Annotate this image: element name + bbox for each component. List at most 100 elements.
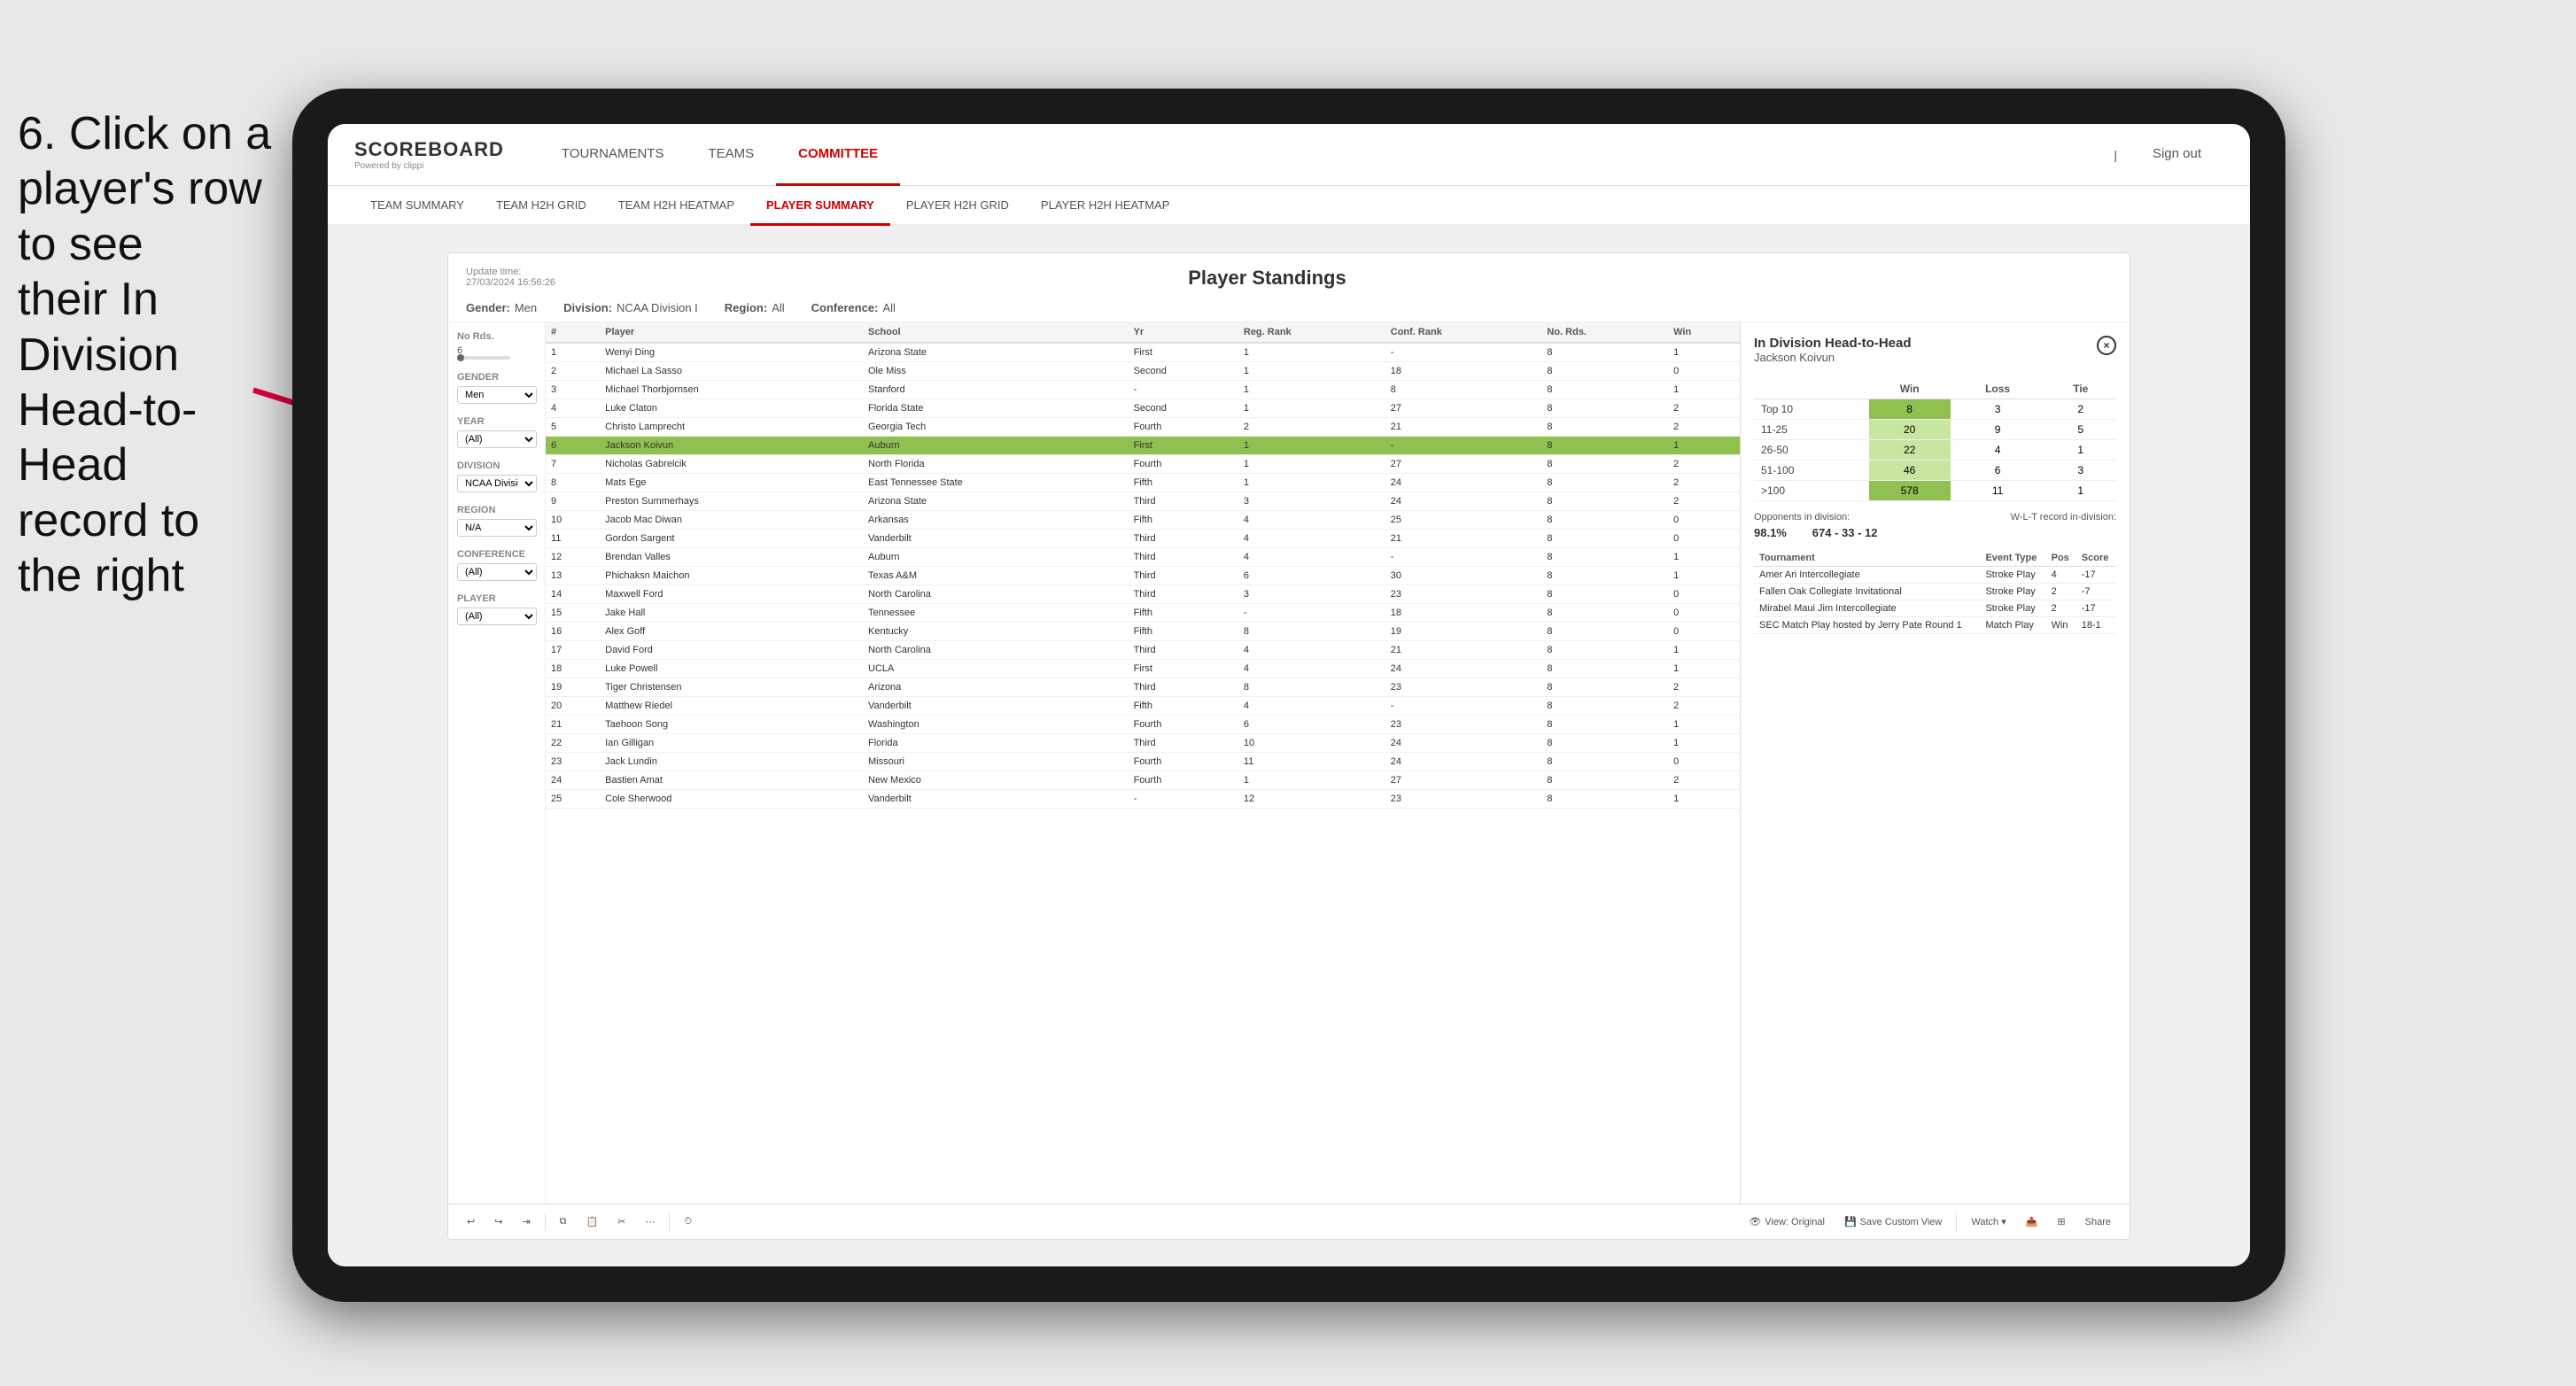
main-content: Update time: 27/03/2024 16:56:26 Player … xyxy=(328,226,2250,1266)
region-select[interactable]: N/A xyxy=(457,519,537,537)
table-row[interactable]: 16 Alex Goff Kentucky Fifth 8 19 8 0 xyxy=(546,623,1740,641)
timer-btn[interactable]: ⏱ xyxy=(679,1213,697,1230)
table-row[interactable]: 3 Michael Thorbjornsen Stanford - 1 8 8 … xyxy=(546,381,1740,399)
table-row[interactable]: 12 Brendan Valles Auburn Third 4 - 8 1 xyxy=(546,548,1740,567)
cell-num: 24 xyxy=(546,771,600,790)
division-select[interactable]: NCAA Division I xyxy=(457,475,537,492)
cell-rds: 8 xyxy=(1541,455,1668,474)
nav-committee[interactable]: COMMITTEE xyxy=(776,124,900,186)
nav-teams[interactable]: TEAMS xyxy=(686,124,776,186)
table-row[interactable]: 4 Luke Claton Florida State Second 1 27 … xyxy=(546,399,1740,418)
top-nav: SCOREBOARD Powered by clippi TOURNAMENTS… xyxy=(328,124,2250,186)
redo-btn[interactable]: ↪ xyxy=(489,1213,508,1230)
table-row[interactable]: 9 Preston Summerhays Arizona State Third… xyxy=(546,492,1740,511)
table-row[interactable]: 11 Gordon Sargent Vanderbilt Third 4 21 … xyxy=(546,530,1740,548)
h2h-titles: In Division Head-to-Head Jackson Koivun xyxy=(1754,336,1912,375)
filters-row: Gender: Men Division: NCAA Division I Re… xyxy=(448,294,2130,322)
year-select[interactable]: (All) xyxy=(457,430,537,448)
table-row[interactable]: 13 Phichaksn Maichon Texas A&M Third 6 3… xyxy=(546,567,1740,585)
h2h-row-loss: 11 xyxy=(1951,481,2045,501)
gender-select[interactable]: Men xyxy=(457,386,537,404)
h2h-title: In Division Head-to-Head xyxy=(1754,336,1912,351)
h2h-col-loss: Loss xyxy=(1951,379,2045,399)
table-row[interactable]: 22 Ian Gilligan Florida Third 10 24 8 1 xyxy=(546,734,1740,753)
h2h-row-tie: 1 xyxy=(2045,440,2116,461)
view-original-btn[interactable]: 👁 View: Original xyxy=(1743,1213,1830,1230)
forward-btn[interactable]: ⇥ xyxy=(516,1213,535,1230)
save-icon: 💾 xyxy=(1844,1216,1857,1227)
cell-year: Fourth xyxy=(1129,418,1238,437)
player-select[interactable]: (All) xyxy=(457,608,537,625)
cell-rds: 8 xyxy=(1541,511,1668,530)
cut-btn[interactable]: ✂ xyxy=(612,1213,631,1230)
cell-conf-rank: 21 xyxy=(1385,418,1542,437)
cell-conf-rank: 23 xyxy=(1385,678,1542,697)
subnav-player-h2h-grid[interactable]: PLAYER H2H GRID xyxy=(890,186,1025,226)
cell-conf-rank: 27 xyxy=(1385,455,1542,474)
subnav-team-summary[interactable]: TEAM SUMMARY xyxy=(354,186,480,226)
h2h-row-tie: 2 xyxy=(2045,399,2116,420)
table-row[interactable]: 23 Jack Lundin Missouri Fourth 11 24 8 0 xyxy=(546,753,1740,771)
cell-school: Florida State xyxy=(863,399,1129,418)
table-row[interactable]: 14 Maxwell Ford North Carolina Third 3 2… xyxy=(546,585,1740,604)
cell-year: Third xyxy=(1129,641,1238,660)
subnav-player-h2h-heatmap[interactable]: PLAYER H2H HEATMAP xyxy=(1025,186,1185,226)
table-row[interactable]: 6 Jackson Koivun Auburn First 1 - 8 1 xyxy=(546,437,1740,455)
paste-btn[interactable]: 📋 xyxy=(581,1213,604,1230)
tourn-type: Stroke Play xyxy=(1980,600,2045,617)
cell-school: Arizona State xyxy=(863,343,1129,362)
h2h-col-tie: Tie xyxy=(2045,379,2116,399)
h2h-row-loss: 4 xyxy=(1951,440,2045,461)
table-row[interactable]: 18 Luke Powell UCLA First 4 24 8 1 xyxy=(546,660,1740,678)
left-sidebar: No Rds. 6 Gender Men xyxy=(448,322,546,1204)
subnav-team-h2h-heatmap[interactable]: TEAM H2H HEATMAP xyxy=(602,186,750,226)
watch-btn[interactable]: Watch ▾ xyxy=(1966,1213,2011,1230)
subnav-player-summary[interactable]: PLAYER SUMMARY xyxy=(750,186,890,226)
cell-conf-rank: 27 xyxy=(1385,399,1542,418)
h2h-row-label: 26-50 xyxy=(1754,440,1869,461)
cell-win: 1 xyxy=(1668,381,1740,399)
table-row[interactable]: 15 Jake Hall Tennessee Fifth - 18 8 0 xyxy=(546,604,1740,623)
cell-num: 12 xyxy=(546,548,600,567)
copy-btn[interactable]: ⧉ xyxy=(555,1213,572,1230)
table-row[interactable]: 20 Matthew Riedel Vanderbilt Fifth 4 - 8… xyxy=(546,697,1740,716)
conference-select[interactable]: (All) xyxy=(457,563,537,581)
cell-win: 2 xyxy=(1668,399,1740,418)
undo-btn[interactable]: ↩ xyxy=(462,1213,480,1230)
subnav-team-h2h-grid[interactable]: TEAM H2H GRID xyxy=(480,186,602,226)
h2h-row-tie: 3 xyxy=(2045,461,2116,481)
rounds-slider[interactable] xyxy=(457,356,510,360)
cell-conf-rank: 23 xyxy=(1385,716,1542,734)
h2h-row-loss: 6 xyxy=(1951,461,2045,481)
cell-player: Wenyi Ding xyxy=(600,343,863,362)
table-row[interactable]: 1 Wenyi Ding Arizona State First 1 - 8 1 xyxy=(546,343,1740,362)
table-row[interactable]: 8 Mats Ege East Tennessee State Fifth 1 … xyxy=(546,474,1740,492)
save-custom-btn[interactable]: 💾 Save Custom View xyxy=(1839,1213,1947,1230)
table-row[interactable]: 24 Bastien Amat New Mexico Fourth 1 27 8… xyxy=(546,771,1740,790)
cell-reg-rank: 6 xyxy=(1238,716,1385,734)
h2h-header: In Division Head-to-Head Jackson Koivun … xyxy=(1754,336,2116,375)
tourn-score: -7 xyxy=(2076,584,2116,600)
table-row[interactable]: 21 Taehoon Song Washington Fourth 6 23 8… xyxy=(546,716,1740,734)
table-row[interactable]: 19 Tiger Christensen Arizona Third 8 23 … xyxy=(546,678,1740,697)
share-btn-icon[interactable]: 📤 xyxy=(2021,1213,2044,1230)
tournament-row: SEC Match Play hosted by Jerry Pate Roun… xyxy=(1754,617,2116,634)
expand-btn[interactable]: ⊞ xyxy=(2052,1213,2070,1230)
table-row[interactable]: 10 Jacob Mac Diwan Arkansas Fifth 4 25 8… xyxy=(546,511,1740,530)
sign-out-btn[interactable]: Sign out xyxy=(2130,124,2223,186)
tablet-screen: SCOREBOARD Powered by clippi TOURNAMENTS… xyxy=(328,124,2250,1266)
cell-conf-rank: 8 xyxy=(1385,381,1542,399)
table-row[interactable]: 7 Nicholas Gabrelcik North Florida Fourt… xyxy=(546,455,1740,474)
cell-year: - xyxy=(1129,381,1238,399)
cell-school: Stanford xyxy=(863,381,1129,399)
table-row[interactable]: 25 Cole Sherwood Vanderbilt - 12 23 8 1 xyxy=(546,790,1740,809)
cell-school: Tennessee xyxy=(863,604,1129,623)
cell-player: Preston Summerhays xyxy=(600,492,863,511)
h2h-close-button[interactable]: × xyxy=(2097,336,2116,355)
share-btn[interactable]: Share xyxy=(2080,1214,2116,1230)
table-row[interactable]: 5 Christo Lamprecht Georgia Tech Fourth … xyxy=(546,418,1740,437)
nav-tournaments[interactable]: TOURNAMENTS xyxy=(539,124,687,186)
table-row[interactable]: 2 Michael La Sasso Ole Miss Second 1 18 … xyxy=(546,362,1740,381)
table-row[interactable]: 17 David Ford North Carolina Third 4 21 … xyxy=(546,641,1740,660)
more-btn[interactable]: ⋯ xyxy=(640,1213,660,1230)
